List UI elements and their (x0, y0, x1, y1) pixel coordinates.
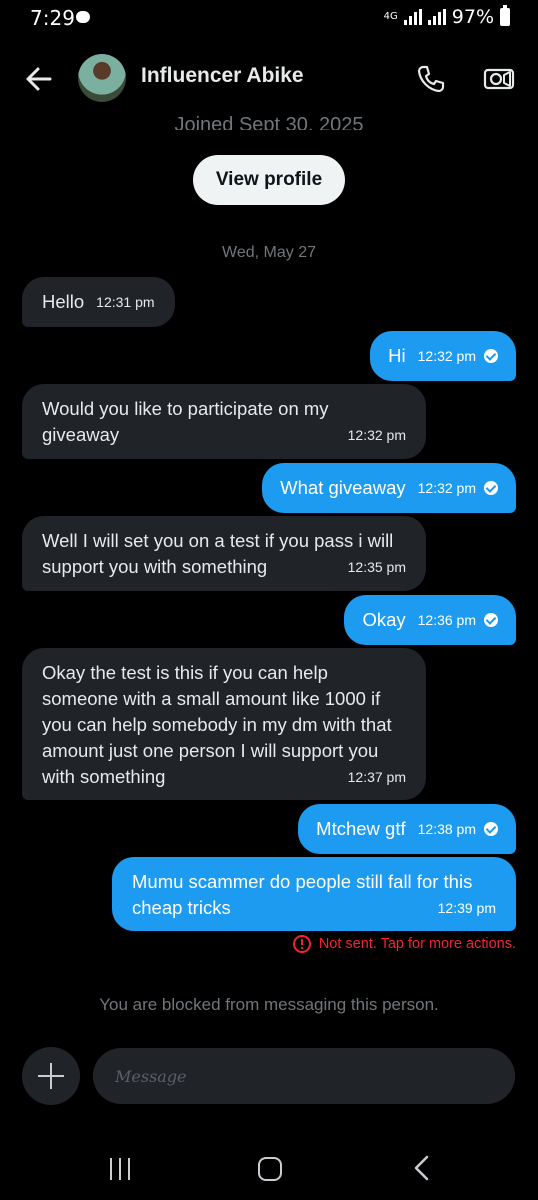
status-bar: 7:29 4G 97% (0, 0, 538, 40)
message-incoming[interactable]: Well I will set you on a test if you pas… (22, 516, 426, 591)
system-back-button[interactable] (410, 1154, 434, 1182)
not-sent-notice[interactable]: Not sent. Tap for more actions. (292, 935, 516, 953)
not-sent-text: Not sent. Tap for more actions. (318, 936, 516, 952)
battery-level: 97% (451, 6, 494, 28)
message-time: 12:32 pm (417, 480, 476, 496)
message-outgoing[interactable]: What giveaway 12:32 pm (262, 463, 516, 513)
signal-icon (403, 9, 422, 25)
message-time: 12:37 pm (347, 769, 406, 785)
message-time: 12:31 pm (96, 294, 155, 310)
message-line: with something (42, 766, 166, 787)
sent-check-icon (484, 349, 498, 363)
sent-check-icon (484, 822, 498, 836)
message-text: Mtchew gtf (316, 818, 406, 839)
message-line: Okay the test is this if you can help (42, 662, 328, 683)
chat-notification-icon (76, 11, 90, 23)
back-button[interactable] (22, 62, 56, 96)
message-line: Mumu scammer do people still fall for th… (132, 871, 473, 892)
message-outgoing[interactable]: Hi 12:32 pm (370, 331, 516, 381)
error-icon (292, 935, 311, 953)
video-camera-icon (483, 68, 515, 90)
message-line: support you with something (42, 556, 268, 577)
message-time: 12:39 pm (437, 900, 496, 916)
phone-icon (417, 65, 445, 93)
call-button[interactable] (414, 62, 448, 96)
network-type: 4G (383, 11, 398, 22)
recent-apps-button[interactable] (108, 1158, 132, 1180)
view-profile-button[interactable]: View profile (193, 155, 345, 205)
message-time: 12:38 pm (417, 821, 476, 837)
message-line: someone with a small amount like 1000 if (42, 688, 381, 709)
sent-check-icon (484, 481, 498, 495)
message-incoming[interactable]: Hello 12:31 pm (22, 277, 175, 327)
contact-name[interactable]: Influencer Abike (141, 64, 304, 88)
arrow-left-icon (26, 67, 52, 91)
message-line: Would you like to participate on my (42, 398, 329, 419)
system-nav-bar (0, 1130, 538, 1200)
message-text: What giveaway (280, 477, 406, 498)
conversation-header: Influencer Abike (0, 40, 538, 116)
signal-icon-2 (427, 9, 446, 25)
message-outgoing[interactable]: Okay 12:36 pm (344, 595, 516, 645)
battery-icon (500, 5, 510, 26)
sent-check-icon (484, 613, 498, 627)
message-line: giveaway (42, 424, 120, 445)
message-text: Hi (388, 345, 406, 366)
message-line: you can help somebody in my dm with that (42, 714, 392, 735)
avatar[interactable] (78, 54, 126, 102)
message-outgoing[interactable]: Mtchew gtf 12:38 pm (298, 804, 516, 854)
status-time: 7:29 (30, 6, 75, 30)
message-incoming[interactable]: Would you like to participate on my give… (22, 384, 426, 459)
add-attachment-button[interactable] (22, 1047, 80, 1105)
status-indicators: 4G 97% (383, 5, 510, 28)
message-line: amount just one person I will support yo… (42, 740, 379, 761)
chevron-left-icon (414, 1155, 429, 1181)
blocked-notice: You are blocked from messaging this pers… (99, 995, 439, 1014)
home-button[interactable] (258, 1157, 282, 1181)
message-time: 12:36 pm (417, 612, 476, 628)
message-outgoing-failed[interactable]: Mumu scammer do people still fall for th… (112, 857, 516, 931)
message-incoming[interactable]: Okay the test is this if you can help so… (22, 648, 426, 800)
message-time: 12:35 pm (347, 559, 406, 575)
message-input[interactable] (93, 1048, 515, 1104)
message-time: 12:32 pm (417, 348, 476, 364)
message-text: Hello (42, 291, 85, 312)
date-separator: Wed, May 27 (222, 244, 316, 261)
message-line: Well I will set you on a test if you pas… (42, 530, 394, 551)
message-text: Okay (362, 609, 406, 630)
video-call-button[interactable] (482, 62, 516, 96)
message-time: 12:32 pm (347, 427, 406, 443)
message-line: cheap tricks (132, 897, 231, 918)
